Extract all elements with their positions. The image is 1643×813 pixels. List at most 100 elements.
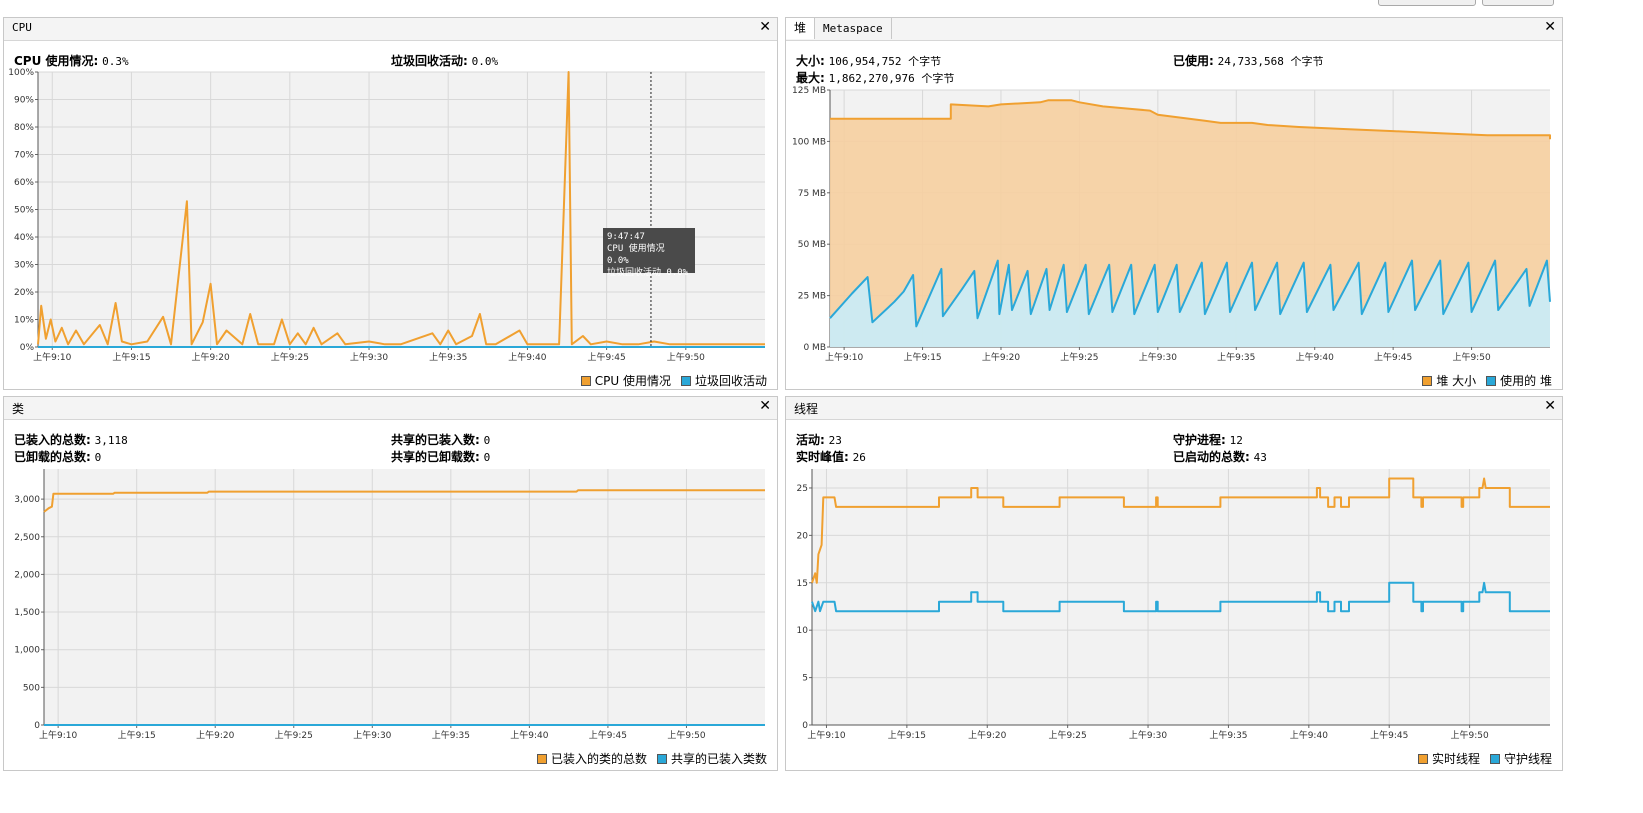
legend-item-heap-size: 堆 大小 bbox=[1422, 372, 1476, 389]
y-tick-label: 20% bbox=[14, 288, 34, 298]
x-tick-label: 上午9:10 bbox=[807, 729, 845, 741]
x-tick-label: 上午9:40 bbox=[508, 351, 546, 363]
y-tick-label: 15 bbox=[797, 579, 808, 589]
x-tick-label: 上午9:45 bbox=[588, 351, 626, 363]
legend-swatch-orange bbox=[1422, 375, 1433, 386]
peak-threads-label: 实时峰值: bbox=[796, 450, 849, 464]
legend-label: CPU 使用情况 bbox=[594, 374, 671, 388]
x-tick-label: 上午9:30 bbox=[1129, 729, 1167, 741]
x-tick-label: 上午9:50 bbox=[1450, 729, 1488, 741]
x-tick-label: 上午9:40 bbox=[510, 729, 548, 741]
legend-item-shared-classes: 共享的已装入类数 bbox=[656, 750, 767, 767]
threads-chart[interactable]: 0 5 10 15 20 25 上午9:10 上午9:15 上午9:20 上午9:25 上午9:30… bbox=[786, 465, 1562, 749]
y-tick-label: 1,000 bbox=[14, 646, 40, 656]
y-tick-label: 2,000 bbox=[14, 570, 40, 580]
y-tick-label: 50 MB bbox=[798, 240, 826, 250]
legend-label: 实时线程 bbox=[1431, 752, 1480, 766]
legend-swatch-orange bbox=[536, 753, 547, 764]
x-tick-label: 上午9:30 bbox=[353, 729, 391, 741]
legend-swatch-blue bbox=[656, 753, 667, 764]
y-tick-label: 70% bbox=[14, 151, 34, 161]
y-tick-label: 5 bbox=[802, 674, 808, 684]
classes-chart[interactable]: 0 500 1,000 1,500 2,000 2,500 3,000 上午9:10 上午9:1… bbox=[4, 465, 777, 749]
close-icon[interactable]: ✕ bbox=[759, 19, 771, 35]
cpu-panel-title: CPU bbox=[12, 21, 32, 34]
x-tick-label: 上午9:45 bbox=[589, 729, 627, 741]
classes-panel: 类 ✕ 已装入的总数: 3,118 已卸载的总数: 0 共享的已装入数: 0 共… bbox=[3, 396, 778, 771]
legend-swatch-blue bbox=[1486, 375, 1497, 386]
x-tick-label: 上午9:50 bbox=[1452, 351, 1490, 363]
x-tick-label: 上午9:25 bbox=[275, 729, 313, 741]
x-tick-label: 上午9:35 bbox=[432, 729, 470, 741]
legend-item-live-threads: 实时线程 bbox=[1417, 750, 1480, 767]
heap-tabs: 堆 Metaspace bbox=[786, 18, 892, 40]
heap-used-label: 已使用: bbox=[1173, 54, 1214, 68]
legend-swatch-blue bbox=[1489, 753, 1500, 764]
heap-max-label: 最大: bbox=[796, 71, 825, 85]
x-tick-label: 上午9:20 bbox=[968, 729, 1006, 741]
tab-heap[interactable]: 堆 bbox=[786, 18, 816, 39]
shared-unloaded-stat: 共享的已卸载数: 0 bbox=[391, 448, 490, 465]
x-tick-label: 上午9:30 bbox=[350, 351, 388, 363]
toolbar-button-2[interactable] bbox=[1482, 0, 1554, 6]
close-icon[interactable]: ✕ bbox=[1544, 19, 1556, 35]
classes-panel-title: 类 bbox=[12, 402, 25, 416]
x-tick-label: 上午9:10 bbox=[825, 351, 863, 363]
shared-loaded-stat: 共享的已装入数: 0 bbox=[391, 431, 490, 448]
close-icon[interactable]: ✕ bbox=[1544, 398, 1556, 414]
heap-used-stat: 已使用: 24,733,568 个字节 bbox=[1173, 52, 1324, 69]
y-tick-label: 30% bbox=[14, 261, 34, 271]
x-tick-label: 上午9:10 bbox=[39, 729, 77, 741]
tooltip-gc: 垃圾回收活动 0.0% bbox=[607, 268, 689, 278]
legend-item-daemon-threads: 守护线程 bbox=[1489, 750, 1552, 767]
legend-item-loaded-classes: 已装入的类的总数 bbox=[536, 750, 647, 767]
x-tick-label: 上午9:35 bbox=[429, 351, 467, 363]
live-threads-stat: 活动: 23 bbox=[796, 431, 842, 448]
loaded-total-value: 3,118 bbox=[94, 434, 128, 447]
y-tick-label: 80% bbox=[14, 123, 34, 133]
toolbar-button-1[interactable] bbox=[1378, 0, 1476, 6]
legend-swatch-orange bbox=[1417, 753, 1428, 764]
heap-chart[interactable]: 0 MB 25 MB 50 MB 75 MB 100 MB 125 MB 上午9:10 上午9… bbox=[786, 84, 1562, 371]
y-tick-label: 100 MB bbox=[792, 137, 826, 147]
legend-item-heap-used: 使用的 堆 bbox=[1486, 372, 1552, 389]
live-threads-value: 23 bbox=[828, 434, 842, 447]
heap-size-value: 106,954,752 个字节 bbox=[828, 55, 942, 68]
x-tick-label: 上午9:50 bbox=[667, 729, 705, 741]
x-tick-label: 上午9:45 bbox=[1370, 729, 1408, 741]
y-tick-label: 75 MB bbox=[798, 189, 826, 199]
daemon-threads-value: 12 bbox=[1229, 434, 1243, 447]
daemon-threads-label: 守护进程: bbox=[1173, 433, 1226, 447]
legend-label: 使用的 堆 bbox=[1500, 374, 1552, 388]
threads-legend: 实时线程 守护线程 bbox=[1417, 750, 1552, 767]
daemon-threads-stat: 守护进程: 12 bbox=[1173, 431, 1243, 448]
legend-swatch-orange bbox=[580, 375, 591, 386]
y-tick-label: 100% bbox=[8, 68, 34, 78]
legend-label: 共享的已装入类数 bbox=[670, 752, 767, 766]
y-tick-label: 0 bbox=[802, 721, 808, 731]
plot-area bbox=[44, 469, 765, 725]
x-tick-label: 上午9:15 bbox=[888, 729, 926, 741]
heap-size-label: 大小: bbox=[796, 54, 825, 68]
legend-label: 已装入的类的总数 bbox=[550, 752, 647, 766]
legend-label: 守护线程 bbox=[1503, 752, 1552, 766]
y-tick-label: 3,000 bbox=[14, 495, 40, 505]
legend-swatch-blue bbox=[680, 375, 691, 386]
heap-size-stat: 大小: 106,954,752 个字节 bbox=[796, 52, 941, 69]
x-tick-label: 上午9:15 bbox=[903, 351, 941, 363]
close-icon[interactable]: ✕ bbox=[759, 398, 771, 414]
y-tick-label: 60% bbox=[14, 178, 34, 188]
heap-panel: 堆 Metaspace ✕ 大小: 106,954,752 个字节 最大: 1,… bbox=[785, 17, 1563, 390]
x-tick-label: 上午9:35 bbox=[1217, 351, 1255, 363]
started-threads-value: 43 bbox=[1253, 451, 1267, 464]
unloaded-total-value: 0 bbox=[94, 451, 102, 464]
x-tick-label: 上午9:10 bbox=[33, 351, 71, 363]
x-tick-label: 上午9:25 bbox=[271, 351, 309, 363]
cpu-chart[interactable]: 0% 10% 20% 30% 40% 50% 60% 70% 80% 90% 100% 上午9:10 上… bbox=[4, 66, 777, 371]
shared-loaded-label: 共享的已装入数: bbox=[391, 433, 480, 447]
classes-panel-header: 类 ✕ bbox=[4, 397, 777, 420]
tooltip-cpu: CPU 使用情况 0.0% bbox=[607, 244, 665, 266]
x-tick-label: 上午9:15 bbox=[112, 351, 150, 363]
tab-metaspace[interactable]: Metaspace bbox=[815, 18, 892, 39]
y-tick-label: 25 bbox=[797, 484, 808, 494]
